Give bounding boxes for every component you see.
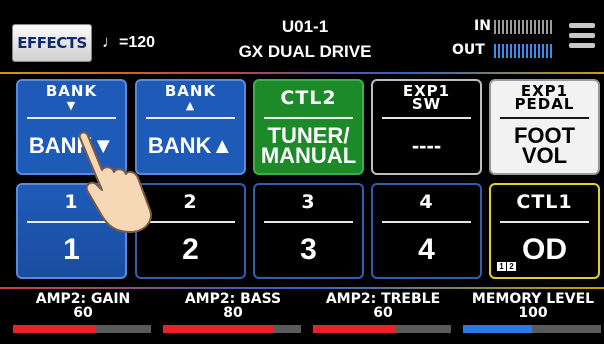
knob-4-fill (463, 325, 532, 333)
knob-4[interactable]: MEMORY LEVEL 100 (463, 292, 603, 320)
tile-divider (145, 221, 236, 223)
tile-top-label: 1 (64, 190, 79, 213)
tile-top-label: CTL2 (280, 86, 337, 109)
tile-bottom-label: ---- (411, 133, 442, 158)
knob-label: MEMORY LEVEL (471, 291, 595, 307)
tile-divider (499, 221, 590, 223)
tile-divider (26, 117, 117, 119)
patch-1-button[interactable]: 1 1 (16, 183, 127, 279)
badge-digit: 1 (497, 262, 506, 271)
tile-top-label: EXP1 SW (402, 82, 451, 113)
knob-value: 100 (518, 305, 548, 321)
quarter-note-icon: ♩ (102, 32, 119, 51)
knob-2[interactable]: AMP2: BASS 80 (163, 292, 303, 320)
knob-4-bar (463, 325, 601, 333)
exp1-sw-button[interactable]: EXP1 SW ---- (371, 79, 482, 175)
tile-divider (381, 117, 472, 119)
knob-1[interactable]: AMP2: GAIN 60 (13, 292, 153, 320)
tile-divider (263, 221, 354, 223)
knob-3-bar (313, 325, 451, 333)
exp1-pedal-button[interactable]: EXP1 PEDAL FOOT VOL (489, 79, 600, 175)
tile-divider (381, 221, 472, 223)
bank-up-button[interactable]: BANK ▲ BANK▲ (135, 79, 246, 175)
knob-2-fill (163, 325, 274, 333)
ctl2-button[interactable]: CTL2 TUNER/MANUAL (253, 79, 364, 175)
ctl1-mode-badge: 1 2 (497, 262, 516, 271)
knob-value: 80 (223, 305, 243, 321)
tile-bottom-label: 3 (300, 233, 317, 266)
out-meter-label: OUT (452, 42, 485, 58)
patch-number: U01-1 (281, 17, 329, 36)
knob-3-fill (313, 325, 396, 333)
tile-divider (499, 117, 590, 119)
tile-top-label: 3 (301, 190, 316, 213)
knob-1-fill (13, 325, 96, 333)
tile-top-label: CTL1 (516, 190, 573, 213)
gx-main-screen: EFFECTS ♩=120 U01-1 GX DUAL DRIVE IN OUT… (0, 0, 604, 344)
effects-button[interactable]: EFFECTS (12, 24, 92, 62)
patch-4-button[interactable]: 4 4 (371, 183, 482, 279)
tile-top-label: EXP1 PEDAL (514, 82, 575, 113)
tile-top-label: 2 (183, 190, 198, 213)
knob-value: 60 (73, 305, 93, 321)
ctl1-button[interactable]: CTL1 OD 1 2 (489, 183, 600, 279)
tile-divider (263, 117, 354, 119)
knob-divider (0, 287, 604, 289)
knob-label: AMP2: TREBLE (325, 291, 441, 307)
tile-bottom-label: 2 (182, 233, 199, 266)
tile-bottom-label: FOOT VOL (513, 123, 576, 168)
knob-1-bar (13, 325, 151, 333)
tile-divider (26, 221, 117, 223)
tile-bottom-label: 4 (418, 233, 435, 266)
tile-top-label: BANK ▲ (164, 81, 217, 112)
tempo-value: =120 (119, 34, 156, 51)
knob-3[interactable]: AMP2: TREBLE 60 (313, 292, 453, 320)
tempo-display[interactable]: ♩=120 (102, 32, 155, 52)
in-level-meter (494, 20, 554, 34)
tile-bottom-label: 1 (63, 233, 80, 266)
tile-top-label: BANK ▼ (45, 81, 98, 112)
header-divider (0, 72, 604, 74)
out-level-meter (494, 44, 554, 58)
tile-divider (145, 117, 236, 119)
tile-bottom-label: TUNER/MANUAL (260, 123, 357, 168)
patch-3-button[interactable]: 3 3 (253, 183, 364, 279)
tile-top-label: 4 (419, 190, 434, 213)
bank-down-button[interactable]: BANK ▼ BANK▼ (16, 79, 127, 175)
patch-name: GX DUAL DRIVE (238, 42, 372, 61)
tile-bottom-label: BANK▼ (28, 133, 115, 158)
in-meter-label: IN (474, 18, 491, 34)
knob-2-bar (163, 325, 301, 333)
knob-label: AMP2: BASS (184, 291, 282, 307)
knob-value: 60 (373, 305, 393, 321)
badge-digit: 2 (507, 262, 516, 271)
patch-2-button[interactable]: 2 2 (135, 183, 246, 279)
knob-label: AMP2: GAIN (35, 291, 131, 307)
tile-bottom-label: BANK▲ (147, 133, 234, 158)
hamburger-menu-icon[interactable] (569, 23, 595, 53)
